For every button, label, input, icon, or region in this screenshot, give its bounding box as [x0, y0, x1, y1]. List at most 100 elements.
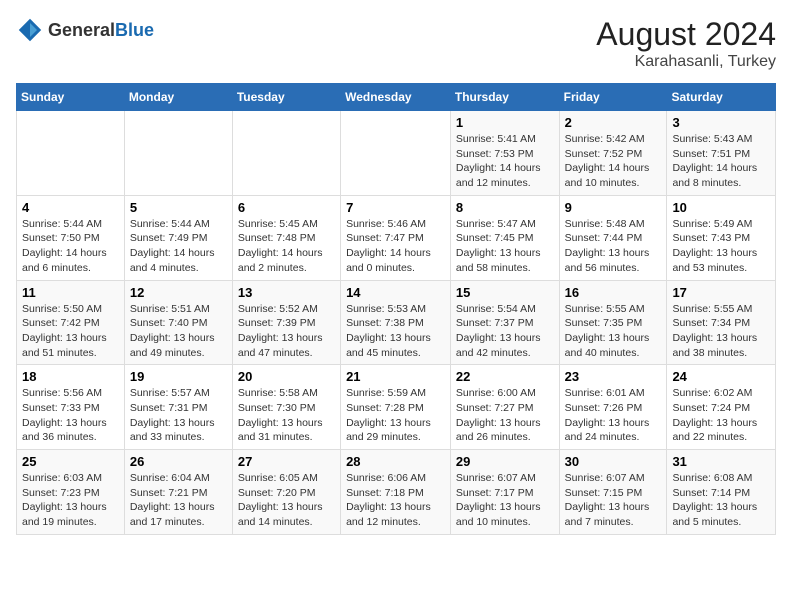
day-number: 27	[238, 454, 335, 469]
day-number: 24	[672, 369, 770, 384]
day-number: 11	[22, 285, 119, 300]
week-row-5: 25 Sunrise: 6:03 AM Sunset: 7:23 PM Dayli…	[17, 450, 776, 535]
day-info: Sunrise: 6:07 AM Sunset: 7:17 PM Dayligh…	[456, 471, 554, 530]
header-day-thursday: Thursday	[450, 84, 559, 111]
title-block: August 2024 Karahasanli, Turkey	[596, 16, 776, 71]
calendar-cell: 8 Sunrise: 5:47 AM Sunset: 7:45 PM Daylig…	[450, 195, 559, 280]
calendar-cell: 10Sunrise: 5:49 AM Sunset: 7:43 PM Dayli…	[667, 195, 776, 280]
day-number: 7	[346, 200, 445, 215]
calendar-cell: 27 Sunrise: 6:05 AM Sunset: 7:20 PM Dayli…	[232, 450, 340, 535]
header-day-wednesday: Wednesday	[341, 84, 451, 111]
day-info: Sunrise: 5:56 AM Sunset: 7:33 PM Dayligh…	[22, 386, 119, 445]
day-number: 16	[565, 285, 662, 300]
day-info: Sunrise: 5:44 AM Sunset: 7:50 PM Dayligh…	[22, 217, 119, 276]
header-day-tuesday: Tuesday	[232, 84, 340, 111]
calendar-cell: 9 Sunrise: 5:48 AM Sunset: 7:44 PM Daylig…	[559, 195, 667, 280]
calendar-cell: 22 Sunrise: 6:00 AM Sunset: 7:27 PM Dayli…	[450, 365, 559, 450]
calendar-cell: 11 Sunrise: 5:50 AM Sunset: 7:42 PM Dayli…	[17, 280, 125, 365]
day-number: 3	[672, 115, 770, 130]
day-info: Sunrise: 5:53 AM Sunset: 7:38 PM Dayligh…	[346, 302, 445, 361]
calendar-cell	[341, 111, 451, 196]
day-info: Sunrise: 6:01 AM Sunset: 7:26 PM Dayligh…	[565, 386, 662, 445]
calendar-cell: 14Sunrise: 5:53 AM Sunset: 7:38 PM Dayli…	[341, 280, 451, 365]
day-info: Sunrise: 5:48 AM Sunset: 7:44 PM Dayligh…	[565, 217, 662, 276]
day-number: 22	[456, 369, 554, 384]
day-number: 13	[238, 285, 335, 300]
calendar-cell: 1 Sunrise: 5:41 AM Sunset: 7:53 PM Daylig…	[450, 111, 559, 196]
page-header: GeneralBlue August 2024 Karahasanli, Tur…	[16, 16, 776, 71]
week-row-1: 1 Sunrise: 5:41 AM Sunset: 7:53 PM Daylig…	[17, 111, 776, 196]
header-day-monday: Monday	[124, 84, 232, 111]
day-info: Sunrise: 6:00 AM Sunset: 7:27 PM Dayligh…	[456, 386, 554, 445]
day-number: 15	[456, 285, 554, 300]
logo-text: GeneralBlue	[48, 20, 154, 41]
calendar-body: 1 Sunrise: 5:41 AM Sunset: 7:53 PM Daylig…	[17, 111, 776, 535]
day-info: Sunrise: 6:08 AM Sunset: 7:14 PM Dayligh…	[672, 471, 770, 530]
day-number: 31	[672, 454, 770, 469]
calendar-cell: 3 Sunrise: 5:43 AM Sunset: 7:51 PM Daylig…	[667, 111, 776, 196]
calendar-cell: 16 Sunrise: 5:55 AM Sunset: 7:35 PM Dayli…	[559, 280, 667, 365]
logo-icon	[16, 16, 44, 44]
calendar-cell: 13 Sunrise: 5:52 AM Sunset: 7:39 PM Dayli…	[232, 280, 340, 365]
day-info: Sunrise: 5:55 AM Sunset: 7:34 PM Dayligh…	[672, 302, 770, 361]
calendar-cell: 31 Sunrise: 6:08 AM Sunset: 7:14 PM Dayli…	[667, 450, 776, 535]
calendar-cell	[17, 111, 125, 196]
day-info: Sunrise: 5:58 AM Sunset: 7:30 PM Dayligh…	[238, 386, 335, 445]
day-info: Sunrise: 6:03 AM Sunset: 7:23 PM Dayligh…	[22, 471, 119, 530]
calendar-cell: 26 Sunrise: 6:04 AM Sunset: 7:21 PM Dayli…	[124, 450, 232, 535]
day-info: Sunrise: 5:55 AM Sunset: 7:35 PM Dayligh…	[565, 302, 662, 361]
calendar-cell: 28Sunrise: 6:06 AM Sunset: 7:18 PM Dayli…	[341, 450, 451, 535]
day-number: 8	[456, 200, 554, 215]
calendar-cell: 23 Sunrise: 6:01 AM Sunset: 7:26 PM Dayli…	[559, 365, 667, 450]
day-info: Sunrise: 6:05 AM Sunset: 7:20 PM Dayligh…	[238, 471, 335, 530]
day-info: Sunrise: 5:51 AM Sunset: 7:40 PM Dayligh…	[130, 302, 227, 361]
day-info: Sunrise: 6:04 AM Sunset: 7:21 PM Dayligh…	[130, 471, 227, 530]
day-info: Sunrise: 6:02 AM Sunset: 7:24 PM Dayligh…	[672, 386, 770, 445]
calendar-cell: 15Sunrise: 5:54 AM Sunset: 7:37 PM Dayli…	[450, 280, 559, 365]
month-year-title: August 2024	[596, 16, 776, 53]
calendar-cell: 6Sunrise: 5:45 AM Sunset: 7:48 PM Daylig…	[232, 195, 340, 280]
day-info: Sunrise: 5:43 AM Sunset: 7:51 PM Dayligh…	[672, 132, 770, 191]
day-number: 19	[130, 369, 227, 384]
day-number: 28	[346, 454, 445, 469]
day-info: Sunrise: 5:50 AM Sunset: 7:42 PM Dayligh…	[22, 302, 119, 361]
day-number: 26	[130, 454, 227, 469]
calendar-table: SundayMondayTuesdayWednesdayThursdayFrid…	[16, 83, 776, 535]
day-info: Sunrise: 5:47 AM Sunset: 7:45 PM Dayligh…	[456, 217, 554, 276]
location-subtitle: Karahasanli, Turkey	[596, 53, 776, 71]
calendar-cell: 4Sunrise: 5:44 AM Sunset: 7:50 PM Daylig…	[17, 195, 125, 280]
calendar-header: SundayMondayTuesdayWednesdayThursdayFrid…	[17, 84, 776, 111]
day-info: Sunrise: 5:57 AM Sunset: 7:31 PM Dayligh…	[130, 386, 227, 445]
header-day-sunday: Sunday	[17, 84, 125, 111]
week-row-2: 4Sunrise: 5:44 AM Sunset: 7:50 PM Daylig…	[17, 195, 776, 280]
logo: GeneralBlue	[16, 16, 154, 44]
day-number: 30	[565, 454, 662, 469]
day-number: 2	[565, 115, 662, 130]
day-info: Sunrise: 5:59 AM Sunset: 7:28 PM Dayligh…	[346, 386, 445, 445]
header-row: SundayMondayTuesdayWednesdayThursdayFrid…	[17, 84, 776, 111]
day-number: 25	[22, 454, 119, 469]
day-info: Sunrise: 5:52 AM Sunset: 7:39 PM Dayligh…	[238, 302, 335, 361]
day-info: Sunrise: 5:49 AM Sunset: 7:43 PM Dayligh…	[672, 217, 770, 276]
week-row-4: 18Sunrise: 5:56 AM Sunset: 7:33 PM Dayli…	[17, 365, 776, 450]
day-info: Sunrise: 5:44 AM Sunset: 7:49 PM Dayligh…	[130, 217, 227, 276]
day-number: 9	[565, 200, 662, 215]
calendar-cell: 2 Sunrise: 5:42 AM Sunset: 7:52 PM Daylig…	[559, 111, 667, 196]
calendar-cell	[232, 111, 340, 196]
day-number: 5	[130, 200, 227, 215]
calendar-cell: 19 Sunrise: 5:57 AM Sunset: 7:31 PM Dayli…	[124, 365, 232, 450]
day-info: Sunrise: 5:42 AM Sunset: 7:52 PM Dayligh…	[565, 132, 662, 191]
day-info: Sunrise: 5:46 AM Sunset: 7:47 PM Dayligh…	[346, 217, 445, 276]
day-number: 23	[565, 369, 662, 384]
day-number: 1	[456, 115, 554, 130]
calendar-cell: 25 Sunrise: 6:03 AM Sunset: 7:23 PM Dayli…	[17, 450, 125, 535]
calendar-cell: 12 Sunrise: 5:51 AM Sunset: 7:40 PM Dayli…	[124, 280, 232, 365]
calendar-cell: 7 Sunrise: 5:46 AM Sunset: 7:47 PM Daylig…	[341, 195, 451, 280]
header-day-friday: Friday	[559, 84, 667, 111]
week-row-3: 11 Sunrise: 5:50 AM Sunset: 7:42 PM Dayli…	[17, 280, 776, 365]
logo-blue: Blue	[115, 20, 154, 40]
day-info: Sunrise: 5:41 AM Sunset: 7:53 PM Dayligh…	[456, 132, 554, 191]
calendar-cell: 29Sunrise: 6:07 AM Sunset: 7:17 PM Dayli…	[450, 450, 559, 535]
day-number: 17	[672, 285, 770, 300]
day-number: 12	[130, 285, 227, 300]
